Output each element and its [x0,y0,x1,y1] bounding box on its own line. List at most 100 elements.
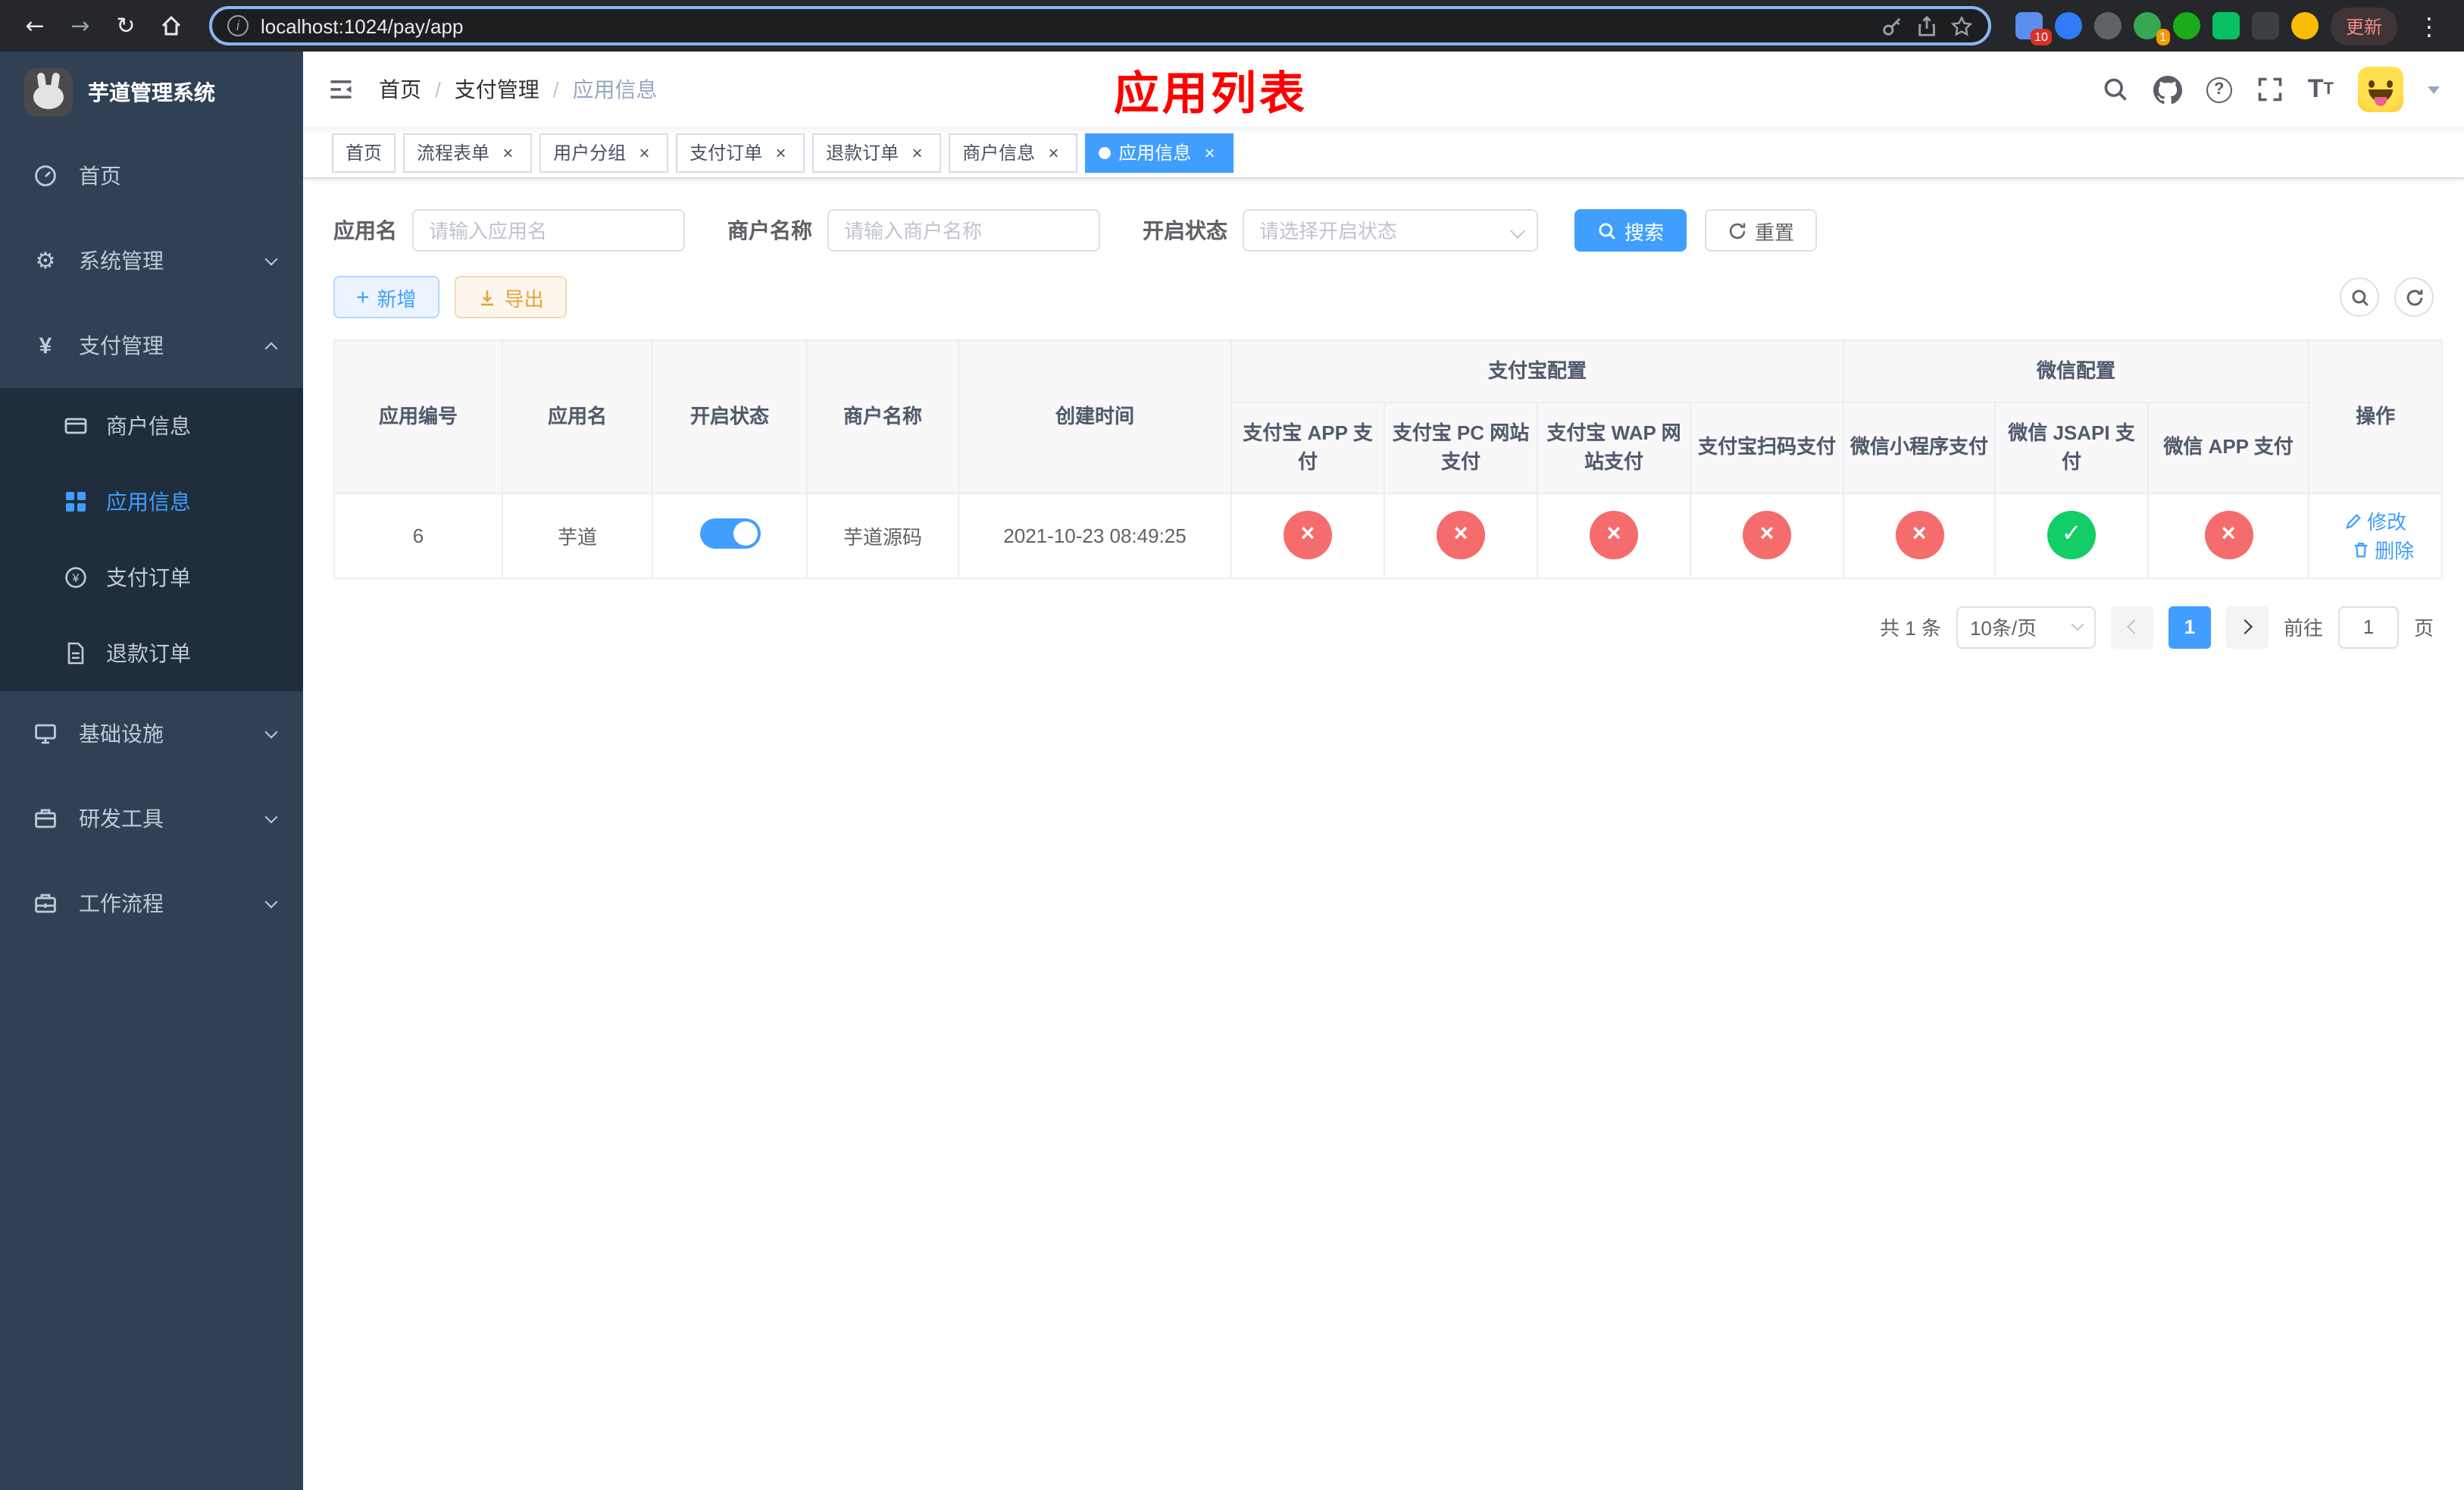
sidebar-item-merchant-info[interactable]: 商户信息 [0,388,303,464]
help-icon[interactable] [2206,77,2232,102]
chevron-down-icon[interactable] [2428,86,2440,93]
app-name-label: 应用名 [333,218,397,243]
col-group-wechat: 微信配置 [1843,340,2310,402]
table-row: 6 芋道 芋道源码 2021-10-23 08:49:25 × × × × × … [333,492,2444,578]
top-navbar: 首页 / 支付管理 / 应用信息 应用列表 [303,52,2464,127]
extension-icon[interactable] [2172,12,2200,39]
sidebar-item-refund-order[interactable]: 退款订单 [0,615,303,691]
url-bar[interactable]: localhost:1024/pay/app [209,6,1991,45]
next-page-button[interactable] [2225,606,2269,648]
goto-suffix: 页 [2413,617,2434,640]
extension-icon[interactable] [2212,12,2240,39]
sidebar-item-workflow[interactable]: 工作流程 [0,861,303,946]
chevron-right-icon [2237,619,2253,634]
browser-reload-icon[interactable] [106,6,145,45]
sidebar-item-pay[interactable]: 支付管理 [0,303,303,388]
sidebar-item-label: 研发工具 [79,806,164,831]
col-merchant: 商户名称 [806,340,959,493]
sidebar-collapse-icon[interactable] [327,76,355,103]
monitor-icon [33,722,58,746]
sidebar-item-app-info[interactable]: 应用信息 [0,464,303,540]
config-status-wechat-mini: × [1895,511,1944,559]
close-tab-icon[interactable] [1199,142,1220,163]
status-select-input[interactable] [1243,209,1538,252]
github-icon[interactable] [2153,75,2182,104]
sidebar-item-home[interactable]: 首页 [0,133,303,218]
col-alipay-app: 支付宝 APP 支付 [1230,401,1385,493]
password-key-icon[interactable] [1881,14,1903,37]
sidebar-item-infrastructure[interactable]: 基础设施 [0,691,303,776]
browser-home-icon[interactable] [152,6,191,45]
col-group-alipay: 支付宝配置 [1230,340,1845,402]
app-name-input[interactable] [412,209,685,252]
sidebar-item-label: 退款订单 [106,641,191,665]
browser-update-button[interactable]: 更新 [2330,7,2397,45]
delete-link[interactable]: 删除 [2352,535,2414,564]
fullscreen-icon[interactable] [2256,76,2284,103]
close-tab-icon[interactable] [770,142,791,163]
cell-app-name: 芋道 [502,492,653,578]
prev-page-button[interactable] [2110,606,2153,648]
browser-back-icon[interactable] [15,6,55,45]
goto-page-input[interactable] [2337,606,2399,648]
breadcrumb-pay[interactable]: 支付管理 [455,74,539,105]
sidebar-item-dev-tools[interactable]: 研发工具 [0,776,303,861]
merchant-name-label: 商户名称 [727,218,812,243]
export-button[interactable]: 导出 [454,276,567,318]
config-status-wechat-jsapi: ✓ [2047,511,2097,559]
edit-link[interactable]: 修改 [2344,506,2406,535]
bookmark-star-icon[interactable] [1950,14,1973,37]
status-label: 开启状态 [1143,218,1227,243]
tab-pay-order[interactable]: 支付订单 [676,133,805,172]
refresh-button[interactable] [2394,277,2434,317]
reset-button[interactable]: 重置 [1705,209,1818,252]
url-text: localhost:1024/pay/app [261,14,464,37]
extension-icon[interactable] [2054,12,2082,39]
browser-menu-icon[interactable] [2409,6,2449,45]
tab-merchant-info[interactable]: 商户信息 [949,133,1078,172]
tab-app-info[interactable]: 应用信息 [1085,133,1234,172]
emoji-extension-icon[interactable] [2290,12,2319,39]
browser-extensions: 10 1 更新 [2009,6,2449,45]
sidebar-item-system[interactable]: 系统管理 [0,218,303,303]
close-tab-icon[interactable] [633,142,655,163]
search-button[interactable]: 搜索 [1574,209,1687,252]
profile-avatar-icon[interactable]: 1 [2133,12,2170,45]
tab-home[interactable]: 首页 [332,133,396,172]
sidebar-item-label: 基础设施 [79,722,164,746]
toggle-search-button[interactable] [2340,277,2379,317]
col-alipay-wap: 支付宝 WAP 网站支付 [1537,401,1691,493]
briefcase-icon [33,891,58,916]
search-icon[interactable] [2102,76,2129,103]
extension-badge: 10 [2031,29,2052,45]
chevron-down-icon [264,894,278,908]
add-button[interactable]: 新增 [333,276,439,318]
app-logo[interactable]: 芋道管理系统 [0,52,303,133]
share-icon[interactable] [1915,14,1938,37]
app-title: 芋道管理系统 [88,80,215,105]
breadcrumb-home[interactable]: 首页 [379,74,421,105]
extension-icon[interactable]: 10 [2015,12,2052,45]
tab-refund-order[interactable]: 退款订单 [812,133,942,172]
site-info-icon[interactable] [227,15,249,36]
browser-forward-icon[interactable] [61,6,100,45]
avatar[interactable] [2358,67,2403,112]
status-toggle[interactable] [699,518,760,548]
plus-icon [356,286,370,308]
status-select[interactable] [1243,209,1538,252]
page-button-1[interactable]: 1 [2168,606,2211,648]
close-tab-icon[interactable] [1043,142,1064,163]
sidebar: 芋道管理系统 首页 系统管理 支付管理 [0,52,303,1490]
close-tab-icon[interactable] [497,142,518,163]
page-content: 应用名 商户名称 开启状态 搜索 重置 [303,179,2464,1490]
font-size-icon[interactable] [2308,74,2334,105]
merchant-name-input[interactable] [827,209,1100,252]
sidebar-item-pay-order[interactable]: ¥ 支付订单 [0,540,303,615]
puzzle-extension-icon[interactable] [2251,12,2279,39]
page-size-select[interactable]: 10条/页 [1956,606,2096,648]
close-tab-icon[interactable] [906,142,927,163]
extension-icon[interactable] [2093,12,2122,39]
tab-user-group[interactable]: 用户分组 [539,133,669,172]
tab-process-form[interactable]: 流程表单 [403,133,533,172]
config-status-alipay-pc: × [1437,511,1485,559]
